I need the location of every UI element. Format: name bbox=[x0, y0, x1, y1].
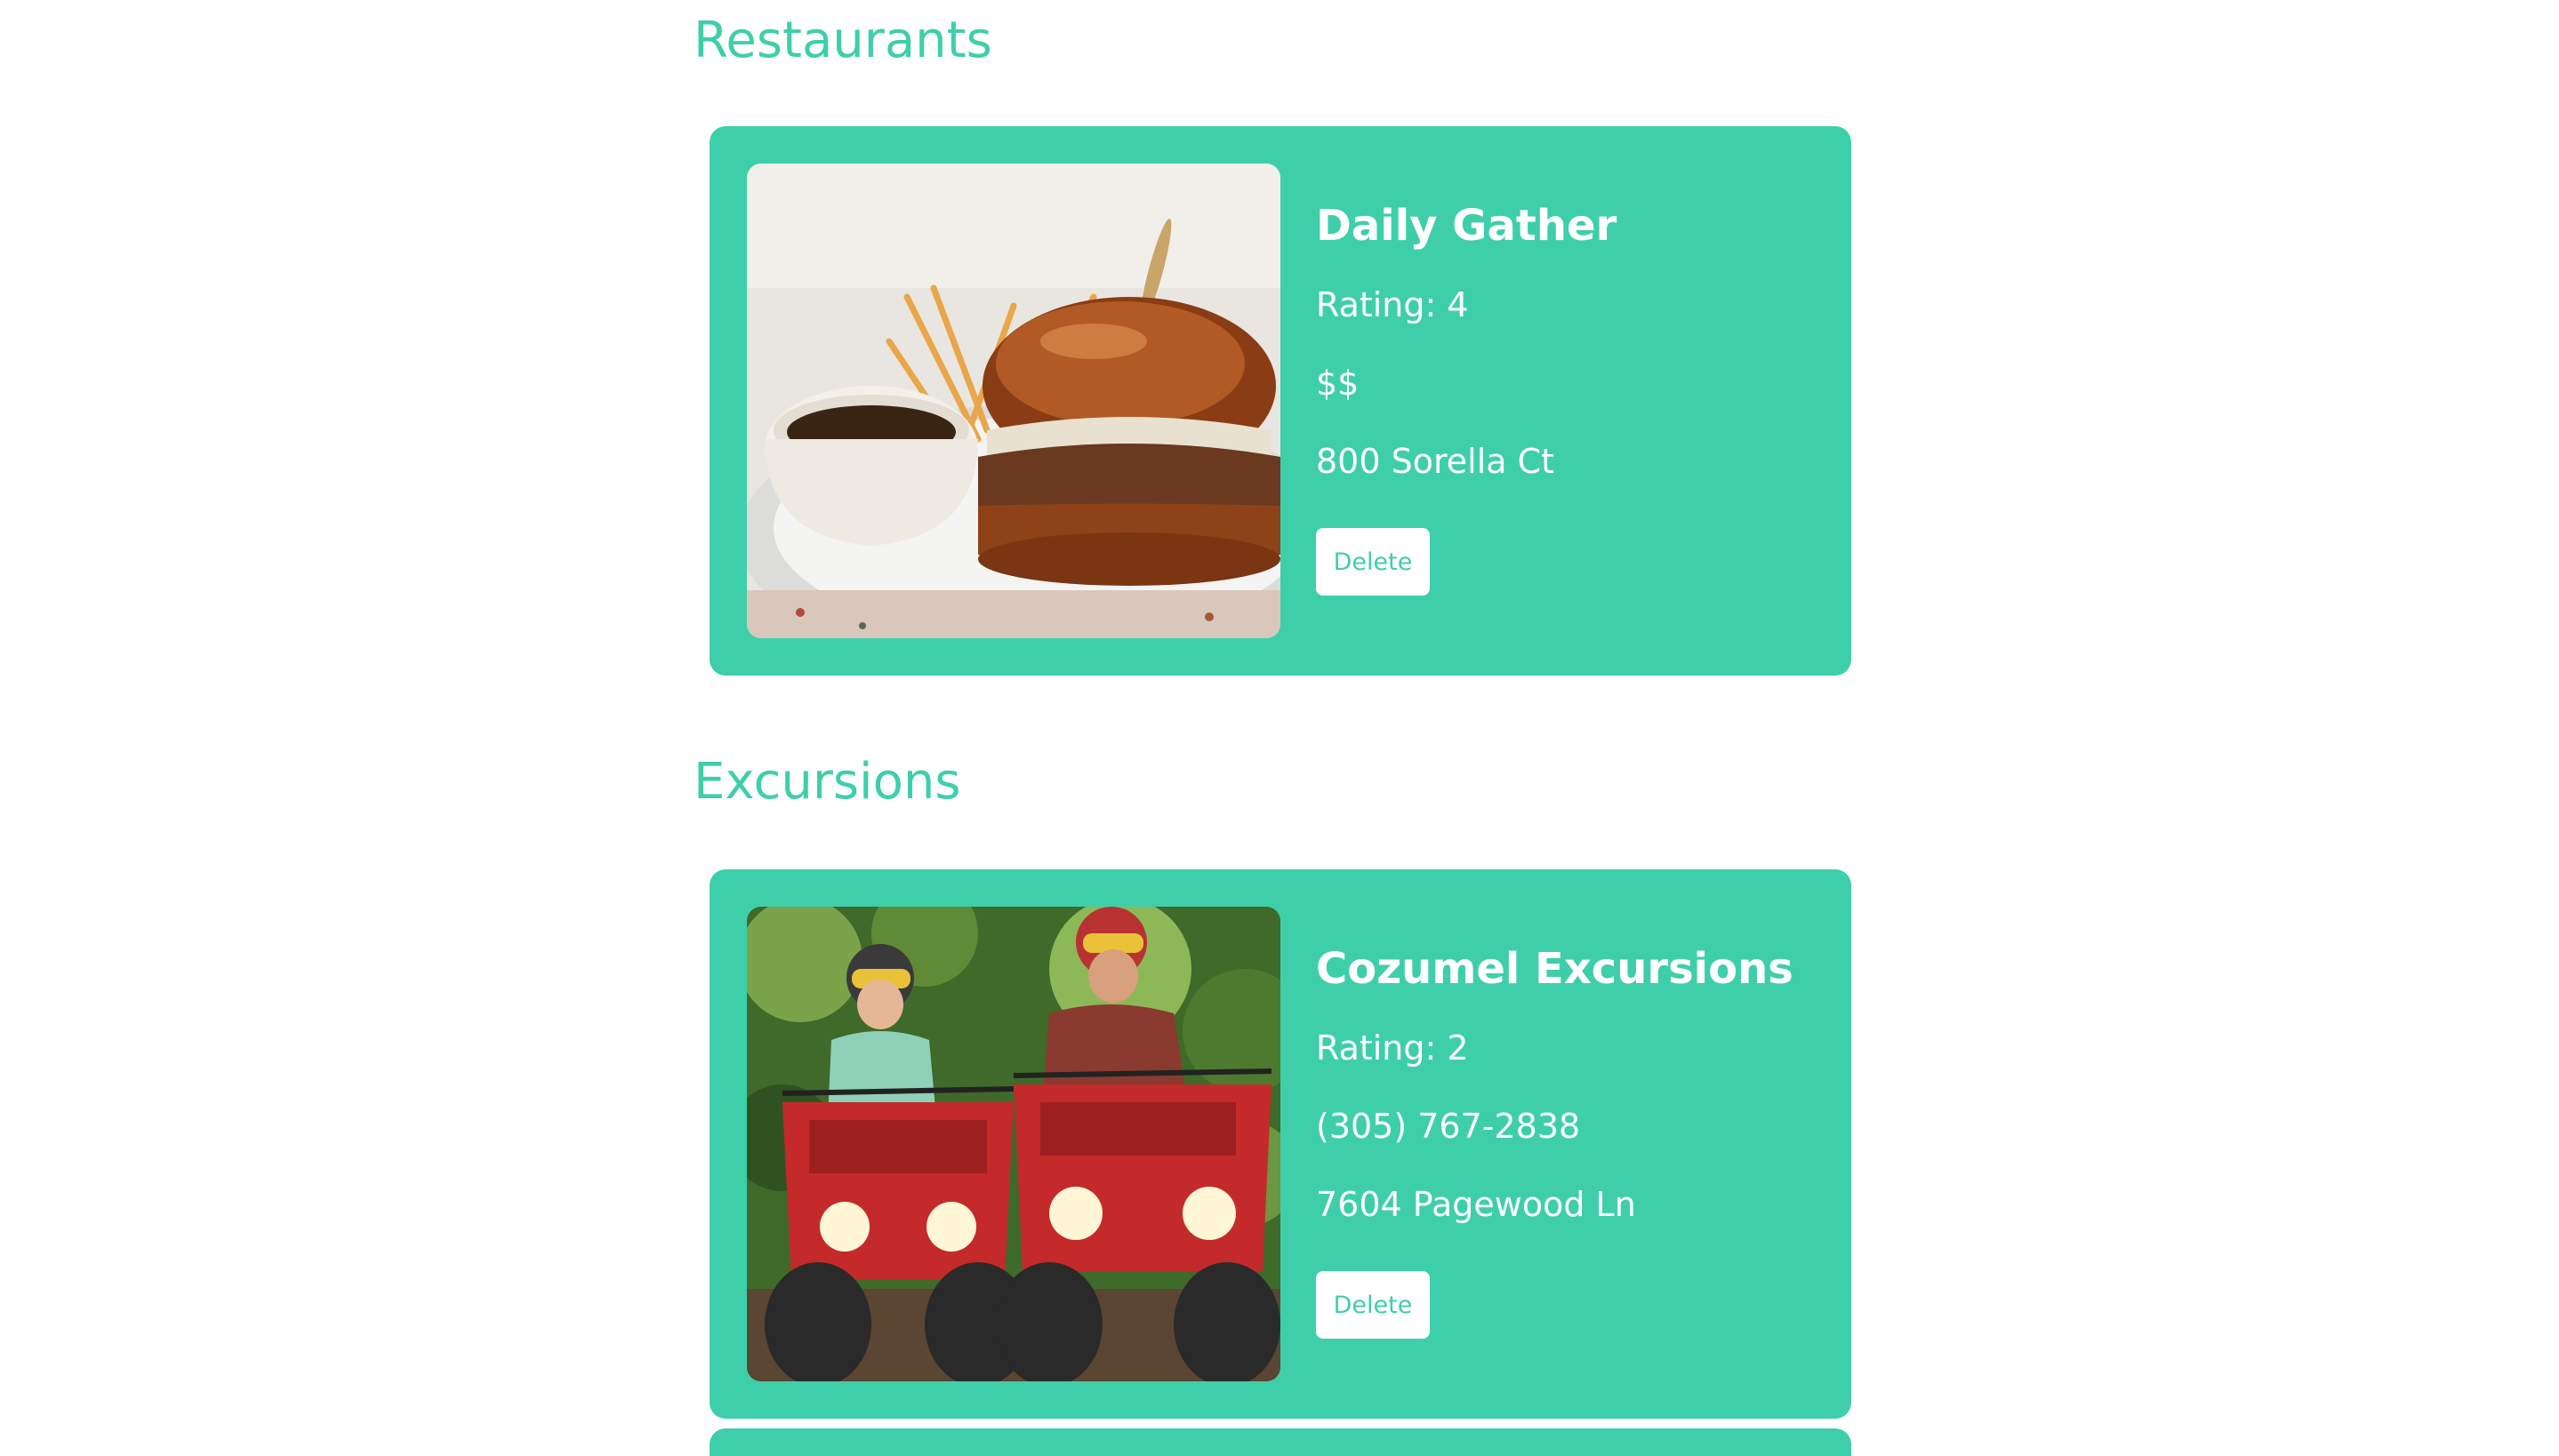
restaurant-rating: Rating: 4 bbox=[1316, 285, 1469, 324]
excursion-phone: (305) 767-2838 bbox=[1316, 1107, 1581, 1146]
restaurant-price: $$ bbox=[1316, 364, 1360, 403]
next-card bbox=[710, 1428, 1851, 1456]
excursion-rating: Rating: 2 bbox=[1316, 1028, 1469, 1068]
excursion-address: 7604 Pagewood Ln bbox=[1316, 1185, 1636, 1224]
restaurants-heading: Restaurants bbox=[694, 12, 992, 69]
trip-page: Restaurants Daily Gather Rating: 4 $$ 80… bbox=[0, 0, 2559, 1456]
excursion-name: Cozumel Excursions bbox=[1316, 944, 1793, 994]
excursion-photo bbox=[747, 907, 1280, 1381]
excursion-card: Cozumel Excursions Rating: 2 (305) 767-2… bbox=[710, 869, 1851, 1419]
delete-excursion-button[interactable]: Delete bbox=[1316, 1271, 1430, 1339]
restaurant-address: 800 Sorella Ct bbox=[1316, 442, 1555, 481]
restaurant-photo bbox=[747, 164, 1280, 638]
restaurant-name: Daily Gather bbox=[1316, 201, 1617, 251]
restaurant-details: Daily Gather Rating: 4 $$ 800 Sorella Ct… bbox=[1316, 201, 1617, 596]
restaurant-card: Daily Gather Rating: 4 $$ 800 Sorella Ct… bbox=[710, 126, 1851, 676]
sandwich-photo bbox=[747, 164, 1280, 638]
delete-restaurant-button[interactable]: Delete bbox=[1316, 528, 1430, 596]
atv-riders-photo bbox=[747, 907, 1280, 1381]
excursions-heading: Excursions bbox=[694, 753, 961, 811]
excursion-details: Cozumel Excursions Rating: 2 (305) 767-2… bbox=[1316, 944, 1793, 1339]
